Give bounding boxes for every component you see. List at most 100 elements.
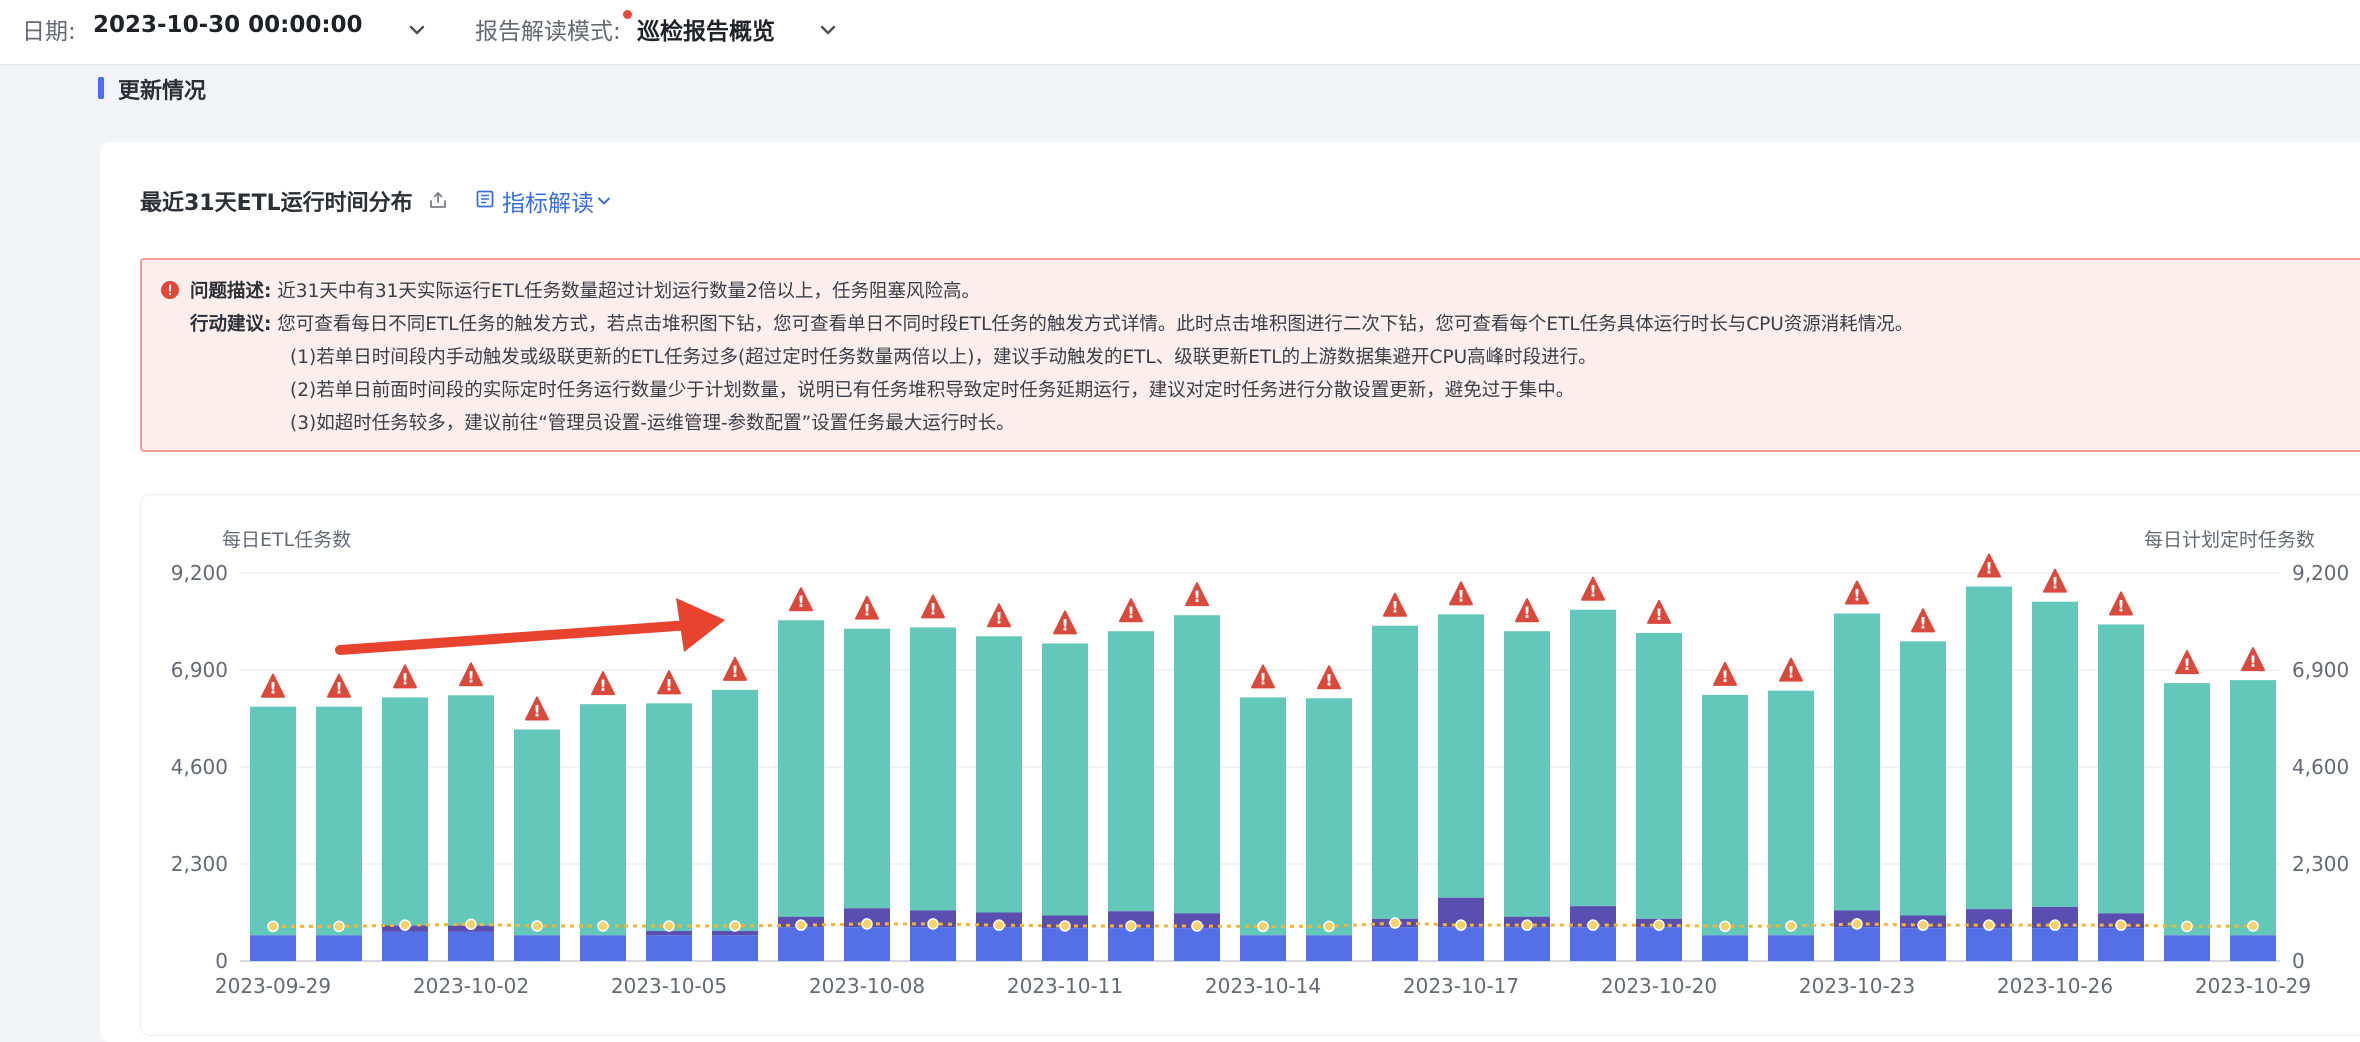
warning-icon-mark: ! bbox=[1259, 669, 1266, 688]
scheduled-task-point bbox=[1851, 918, 1863, 930]
bar-segment-teal bbox=[976, 636, 1022, 913]
scheduled-task-point bbox=[1059, 920, 1071, 932]
bar-segment-blue bbox=[1042, 928, 1088, 961]
bar-segment-blue bbox=[976, 927, 1022, 961]
bar-segment-teal bbox=[910, 627, 956, 911]
scheduled-task-point bbox=[1917, 919, 1929, 931]
bar-segment-blue bbox=[2098, 928, 2144, 961]
warning-icon-mark: ! bbox=[1523, 603, 1530, 622]
bar-segment-teal bbox=[1570, 609, 1616, 907]
scheduled-task-point bbox=[2049, 919, 2061, 931]
warning-icon-mark: ! bbox=[665, 675, 672, 694]
bar-segment-teal bbox=[1372, 625, 1418, 919]
bar-segment-blue bbox=[1174, 928, 1220, 961]
y-tick-label-right: 9,200 bbox=[2292, 561, 2349, 585]
bar-segment-blue bbox=[2164, 935, 2210, 961]
scheduled-task-point bbox=[1191, 920, 1203, 932]
bar-segment-blue bbox=[316, 935, 362, 961]
scheduled-task-point bbox=[1455, 919, 1467, 931]
bar-segment-blue bbox=[2230, 935, 2276, 961]
x-tick-label: 2023-10-26 bbox=[1997, 974, 2113, 998]
bar-segment-blue bbox=[844, 927, 890, 961]
y-tick-label-left: 4,600 bbox=[171, 755, 228, 779]
scheduled-task-point bbox=[729, 920, 741, 932]
warning-icon-mark: ! bbox=[335, 679, 342, 698]
bar-segment-teal bbox=[580, 704, 626, 936]
bar-segment-teal bbox=[316, 706, 362, 936]
warning-icon-mark: ! bbox=[863, 601, 870, 620]
scheduled-task-point bbox=[1785, 920, 1797, 932]
x-tick-label: 2023-09-29 bbox=[215, 974, 331, 998]
scheduled-task-point bbox=[927, 918, 939, 930]
scheduled-task-point bbox=[1587, 919, 1599, 931]
bar-segment-teal bbox=[1900, 641, 1946, 916]
y-tick-label-right: 0 bbox=[2292, 949, 2305, 973]
bar-segment-blue bbox=[910, 927, 956, 961]
bar-segment-blue bbox=[1240, 935, 1286, 961]
scheduled-task-point bbox=[597, 920, 609, 932]
scheduled-task-point bbox=[861, 918, 873, 930]
bar-segment-blue bbox=[1504, 927, 1550, 961]
x-tick-label: 2023-10-17 bbox=[1403, 974, 1519, 998]
y-tick-label-left: 0 bbox=[215, 949, 228, 973]
warning-icon-mark: ! bbox=[1391, 598, 1398, 617]
y-tick-label-right: 2,300 bbox=[2292, 852, 2349, 876]
bar-segment-blue bbox=[1372, 927, 1418, 961]
scheduled-task-point bbox=[2247, 920, 2259, 932]
bar-segment-teal bbox=[1504, 631, 1550, 917]
warning-icon-mark: ! bbox=[1721, 667, 1728, 686]
warning-icon-mark: ! bbox=[533, 701, 540, 720]
bar-segment-blue bbox=[1834, 927, 1880, 961]
warning-icon-mark: ! bbox=[731, 662, 738, 681]
bar-segment-blue bbox=[1438, 927, 1484, 961]
warning-icon-mark: ! bbox=[2249, 652, 2256, 671]
bar-segment-blue bbox=[1306, 935, 1352, 961]
x-tick-label: 2023-10-11 bbox=[1007, 974, 1123, 998]
scheduled-task-point bbox=[663, 920, 675, 932]
bar-segment-blue bbox=[1636, 927, 1682, 961]
bar-segment-blue bbox=[778, 927, 824, 961]
scheduled-task-point bbox=[2181, 920, 2193, 933]
bar-segment-teal bbox=[1636, 632, 1682, 919]
warning-icon-mark: ! bbox=[1853, 585, 1860, 604]
scheduled-task-point bbox=[1125, 920, 1137, 932]
bar-segment-teal bbox=[514, 729, 560, 936]
bar-segment-blue bbox=[1702, 935, 1748, 961]
bar-segment-teal bbox=[448, 695, 494, 926]
bar-segment-teal bbox=[1042, 643, 1088, 916]
bar-segment-blue bbox=[250, 935, 296, 961]
bar-segment-teal bbox=[1702, 694, 1748, 936]
bar-segment-teal bbox=[1306, 698, 1352, 936]
bar-segment-blue bbox=[1966, 928, 2012, 961]
x-tick-label: 2023-10-29 bbox=[2195, 974, 2311, 998]
x-tick-label: 2023-10-08 bbox=[809, 974, 925, 998]
y-tick-label-left: 9,200 bbox=[171, 561, 228, 585]
bar-segment-blue bbox=[1108, 928, 1154, 961]
warning-icon-mark: ! bbox=[1589, 582, 1596, 601]
bar-segment-blue bbox=[2032, 928, 2078, 961]
y-tick-label-right: 6,900 bbox=[2292, 658, 2349, 682]
bar-segment-teal bbox=[2164, 683, 2210, 936]
warning-icon-mark: ! bbox=[1127, 603, 1134, 622]
bar-segment-blue bbox=[1570, 927, 1616, 961]
scheduled-task-point bbox=[465, 918, 477, 931]
scheduled-task-point bbox=[2115, 919, 2127, 931]
bar-segment-teal bbox=[844, 628, 890, 909]
bar-segment-teal bbox=[1108, 631, 1154, 912]
etl-stacked-bar-chart[interactable]: 0 0 2,300 2,300 4,600 4,600 6,900 6,900 9,200 9,2… bbox=[0, 0, 2360, 1006]
x-tick-label: 2023-10-20 bbox=[1601, 974, 1717, 998]
bar-segment-teal bbox=[646, 703, 692, 932]
x-tick-label: 2023-10-14 bbox=[1205, 974, 1321, 998]
bar-segment-blue bbox=[646, 935, 692, 961]
scheduled-task-point bbox=[993, 919, 1005, 931]
warning-icon-mark: ! bbox=[1655, 605, 1662, 624]
scheduled-task-point bbox=[1983, 919, 1995, 931]
warning-icon-mark: ! bbox=[797, 592, 804, 611]
scheduled-task-point bbox=[267, 920, 279, 933]
warning-icon-mark: ! bbox=[401, 669, 408, 688]
warning-icon-mark: ! bbox=[995, 608, 1002, 627]
scheduled-task-point bbox=[333, 920, 345, 933]
bar-segment-teal bbox=[1174, 615, 1220, 914]
bar-segment-blue bbox=[514, 935, 560, 961]
y-tick-label-left: 2,300 bbox=[171, 852, 228, 876]
